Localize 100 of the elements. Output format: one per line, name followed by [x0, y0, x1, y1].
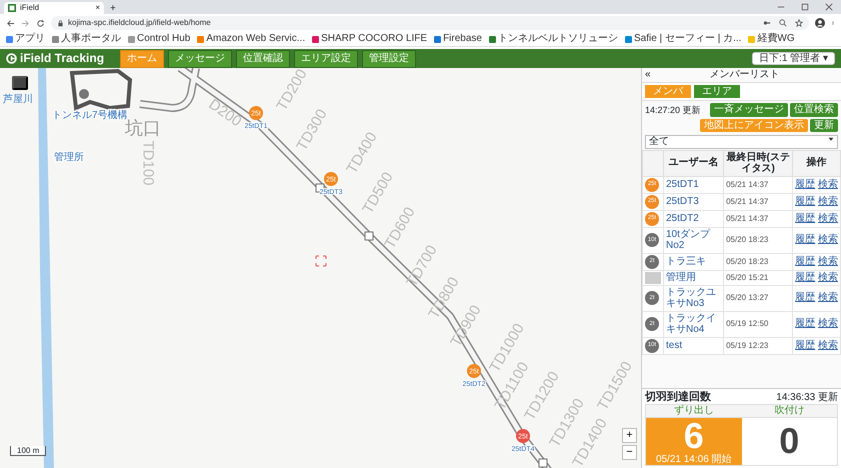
counter-value: 6 [684, 418, 704, 454]
layer-button[interactable] [12, 76, 28, 90]
bookmark-favicon-icon [434, 36, 442, 42]
zoom-icon[interactable] [779, 19, 787, 27]
lock-icon [57, 20, 64, 26]
user-name[interactable]: 25tDT2 [664, 210, 724, 227]
address-bar[interactable]: kojima-spc.ifieldcloud.jp/ifield-web/home [51, 16, 809, 30]
nav-tab[interactable]: 位置確認 [236, 50, 290, 68]
action-link[interactable]: 検索 [818, 256, 838, 267]
vehicle-marker[interactable] [467, 364, 481, 378]
target-icon [316, 256, 326, 266]
close-icon[interactable] [825, 3, 833, 11]
action-link[interactable]: 履歴 [795, 318, 816, 330]
last-time: 05/20 18:23 [724, 227, 793, 253]
tab-title: iField [20, 3, 40, 13]
zoom-out-button[interactable]: − [622, 445, 637, 460]
bookmark-item[interactable]: アプリ [6, 33, 45, 45]
bookmark-item[interactable]: SHARP COCORO LIFE [312, 33, 428, 45]
bookmark-item[interactable]: Control Hub [128, 33, 190, 45]
filter-dropdown[interactable]: 全て [645, 135, 838, 148]
action-link[interactable]: 検索 [818, 178, 838, 190]
tab-close-button[interactable]: × [95, 3, 100, 13]
column-header: 最終日時(ステイタス) [724, 150, 793, 176]
caret-icon [828, 136, 834, 142]
user-name[interactable]: 10tダンプNo2 [664, 227, 724, 253]
bookmark-favicon-icon [312, 36, 320, 42]
action-link[interactable]: 履歴 [795, 234, 816, 246]
reload-icon[interactable] [36, 18, 45, 28]
action-link[interactable]: 履歴 [795, 256, 816, 267]
counter-label: 吹付け [742, 405, 837, 418]
panel-tab[interactable]: エリア [694, 84, 740, 98]
action-button[interactable]: 位置検索 [790, 103, 838, 116]
counter-label: ずり出し [646, 405, 742, 418]
panel-title: メンバーリスト [708, 69, 780, 80]
action-link[interactable]: 履歴 [795, 178, 816, 190]
action-link[interactable]: 履歴 [795, 292, 816, 304]
user-menu-button[interactable]: 日下:1 管理者 ▾ [752, 52, 835, 66]
bookmark-item[interactable]: 人事ポータル [52, 33, 121, 45]
nav-tab[interactable]: メッセージ [168, 50, 232, 68]
vehicle-marker[interactable] [516, 429, 530, 443]
action-link[interactable]: 履歴 [795, 340, 816, 351]
nav-tab[interactable]: エリア設定 [294, 50, 358, 68]
bookmark-item[interactable]: トンネルベルトソリューシ [488, 33, 618, 45]
action-link[interactable]: 履歴 [795, 272, 816, 283]
user-name[interactable]: 管理用 [664, 270, 724, 285]
update-time: 14:27:20 更新 [645, 104, 701, 115]
building-drawing [70, 68, 132, 111]
bookmark-item[interactable]: Amazon Web Servic... [197, 33, 306, 45]
user-name[interactable]: 25tDT3 [664, 193, 724, 210]
facility-label: トンネル7号機構 [52, 110, 128, 121]
action-link[interactable]: 検索 [818, 318, 838, 330]
bookmark-item[interactable]: Firebase [434, 33, 482, 45]
maximize-icon[interactable] [801, 3, 809, 11]
key-icon[interactable] [763, 19, 771, 27]
bookmark-favicon-icon [197, 36, 204, 42]
action-link[interactable]: 検索 [818, 234, 838, 246]
column-header: 操作 [792, 150, 840, 176]
action-link[interactable]: 検索 [818, 196, 838, 207]
vehicle-marker[interactable] [324, 172, 338, 186]
user-name[interactable]: トラックイキサNo4 [664, 311, 724, 337]
new-tab-button[interactable]: + [110, 2, 116, 14]
zoom-in-button[interactable]: + [622, 428, 637, 443]
browser-tab[interactable]: iField × [4, 2, 104, 14]
action-link[interactable]: 検索 [818, 340, 838, 351]
facility-label: 管理所 [54, 152, 84, 163]
last-time: 05/20 18:23 [724, 253, 793, 270]
action-button[interactable]: 更新 [810, 118, 838, 132]
section-title: 切羽到達回数 [645, 391, 711, 404]
action-button[interactable]: 一斉メッセージ [710, 103, 788, 116]
user-name[interactable]: 25tDT1 [664, 176, 724, 193]
account-icon[interactable] [815, 18, 825, 28]
last-time: 05/21 14:37 [724, 176, 793, 193]
url-text: kojima-spc.ifieldcloud.jp/ifield-web/home [68, 18, 211, 28]
bookmark-item[interactable]: Safie | セーフィー | カ... [624, 33, 742, 45]
road-post-icon [364, 232, 374, 240]
bookmark-item[interactable]: 経費WG [748, 33, 795, 45]
star-icon[interactable] [795, 19, 803, 27]
action-link[interactable]: 検索 [818, 272, 838, 283]
update-time: 14:36:33 更新 [776, 392, 838, 404]
photo-placeholder [645, 272, 661, 284]
last-time: 05/19 12:50 [724, 311, 793, 337]
logo-icon [6, 52, 17, 64]
back-icon[interactable] [6, 18, 15, 28]
scale-bar: 100 m [10, 446, 46, 456]
action-link[interactable]: 検索 [818, 212, 838, 224]
vehicle-marker[interactable] [249, 106, 263, 120]
last-time: 05/19 12:23 [724, 337, 793, 354]
user-name[interactable]: test [664, 337, 724, 354]
last-time: 05/20 15:21 [724, 270, 793, 285]
bookmark-favicon-icon [488, 36, 496, 42]
last-time: 05/20 13:27 [724, 285, 793, 311]
user-name[interactable]: トラ三キ [664, 253, 724, 270]
folder-icon [748, 36, 756, 42]
action-link[interactable]: 履歴 [795, 196, 816, 207]
collapse-button[interactable]: « [645, 69, 651, 80]
user-name[interactable]: トラックユキサNo3 [664, 285, 724, 311]
action-link[interactable]: 履歴 [795, 212, 816, 224]
action-link[interactable]: 検索 [818, 292, 838, 304]
nav-tab[interactable]: 管理設定 [362, 50, 416, 68]
last-time: 05/21 14:37 [724, 210, 793, 227]
